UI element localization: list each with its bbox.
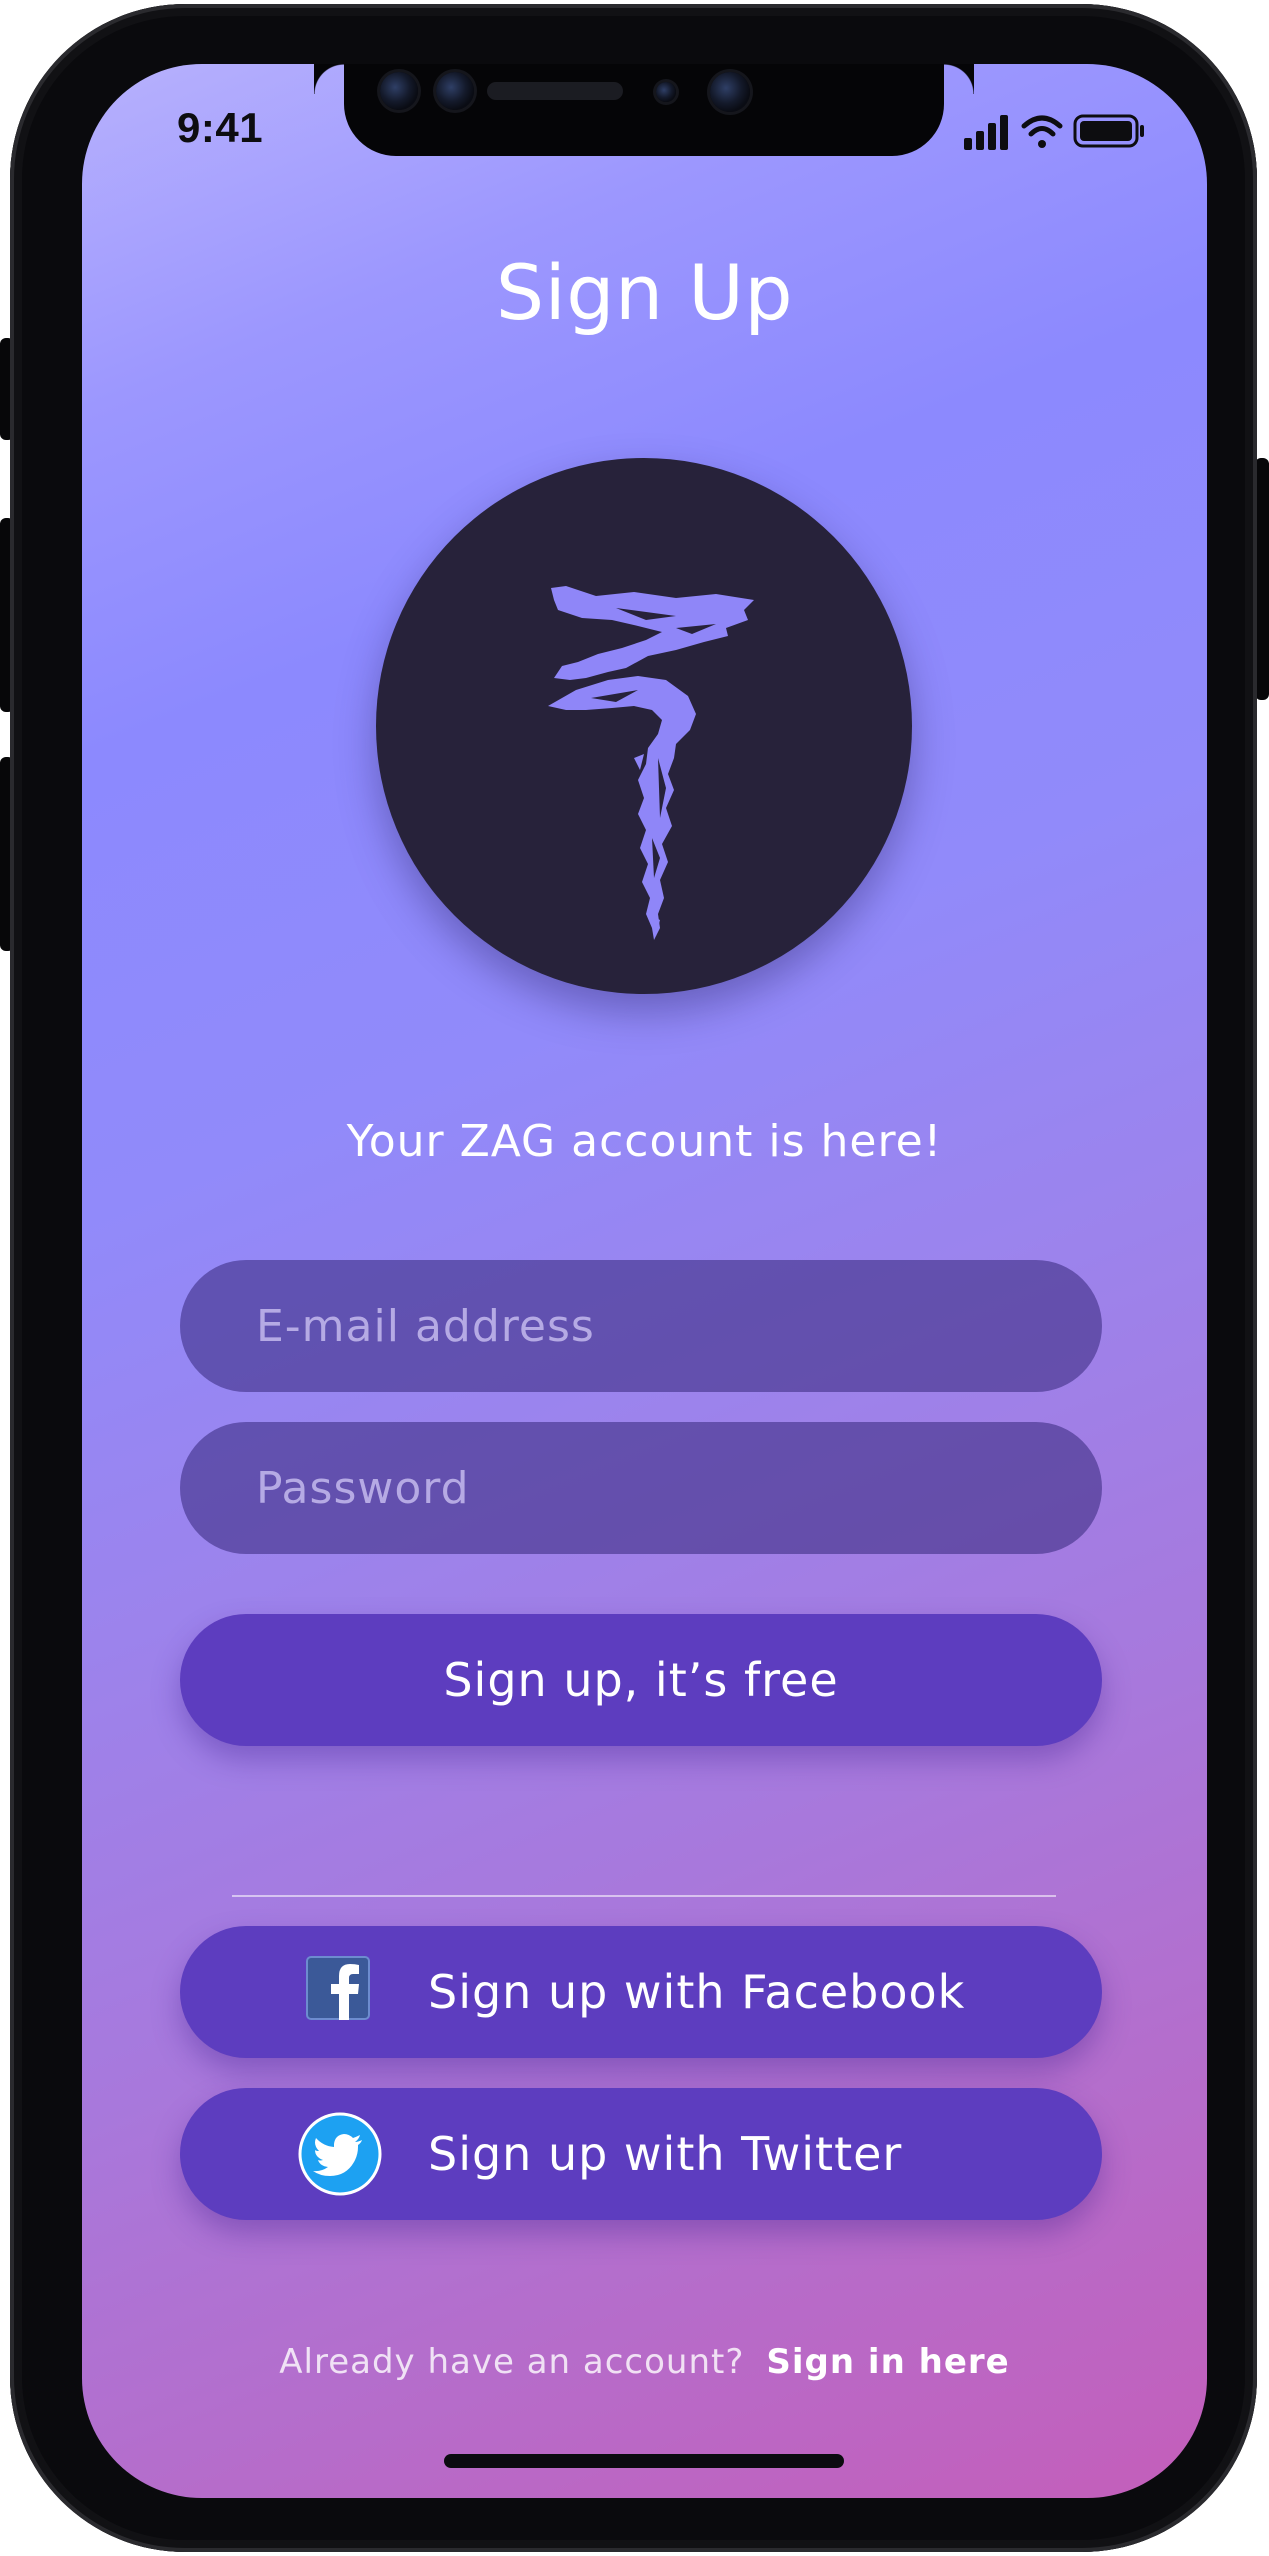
facebook-sign-up-button[interactable]: Sign up with Facebook (180, 1926, 1102, 2058)
password-input[interactable] (256, 1462, 1102, 1514)
email-field[interactable] (180, 1260, 1102, 1392)
earpiece-speaker (487, 82, 623, 100)
cellular-signal-icon (964, 115, 1008, 150)
divider (232, 1895, 1056, 1897)
twitter-sign-up-button[interactable]: Sign up with Twitter (180, 2088, 1102, 2220)
notch-corner-left (314, 64, 344, 94)
sign-in-prompt: Already have an account? Sign in here (82, 2342, 1207, 2382)
app-screen: 9:41 Sign Up Your ZAG account is here! E… (82, 64, 1207, 2498)
status-icons (962, 112, 1162, 152)
page-title: Sign Up (495, 248, 794, 337)
email-input[interactable] (256, 1300, 1102, 1352)
notch (314, 64, 974, 156)
sign-in-prompt-text: Already have an account? (279, 2342, 745, 2382)
infrared-camera-icon (436, 72, 474, 110)
battery-icon (1073, 114, 1144, 148)
password-field[interactable] (180, 1422, 1102, 1554)
sign-up-button-label: Sign up, it’s free (443, 1653, 839, 1707)
phone-frame: 9:41 Sign Up Your ZAG account is here! E… (10, 4, 1257, 2552)
front-camera-icon (380, 72, 418, 110)
proximity-sensor-icon (656, 82, 676, 102)
facebook-sign-up-label: Sign up with Facebook (428, 1965, 966, 2019)
twitter-icon (298, 2112, 382, 2207)
wifi-icon (1021, 115, 1063, 148)
tagline: Your ZAG account is here! (346, 1116, 943, 1167)
facebook-icon (306, 1956, 370, 2031)
home-indicator[interactable] (444, 2454, 844, 2468)
dot-projector-icon (710, 72, 750, 112)
twitter-sign-up-label: Sign up with Twitter (428, 2127, 903, 2181)
notch-corner-right (944, 64, 974, 94)
zag-brushstroke-logo-icon (548, 586, 754, 940)
power-button (1255, 458, 1269, 700)
sign-up-button[interactable]: Sign up, it’s free (180, 1614, 1102, 1746)
app-logo (376, 458, 912, 994)
sign-in-link[interactable]: Sign in here (766, 2342, 1009, 2382)
status-time: 9:41 (177, 104, 264, 151)
